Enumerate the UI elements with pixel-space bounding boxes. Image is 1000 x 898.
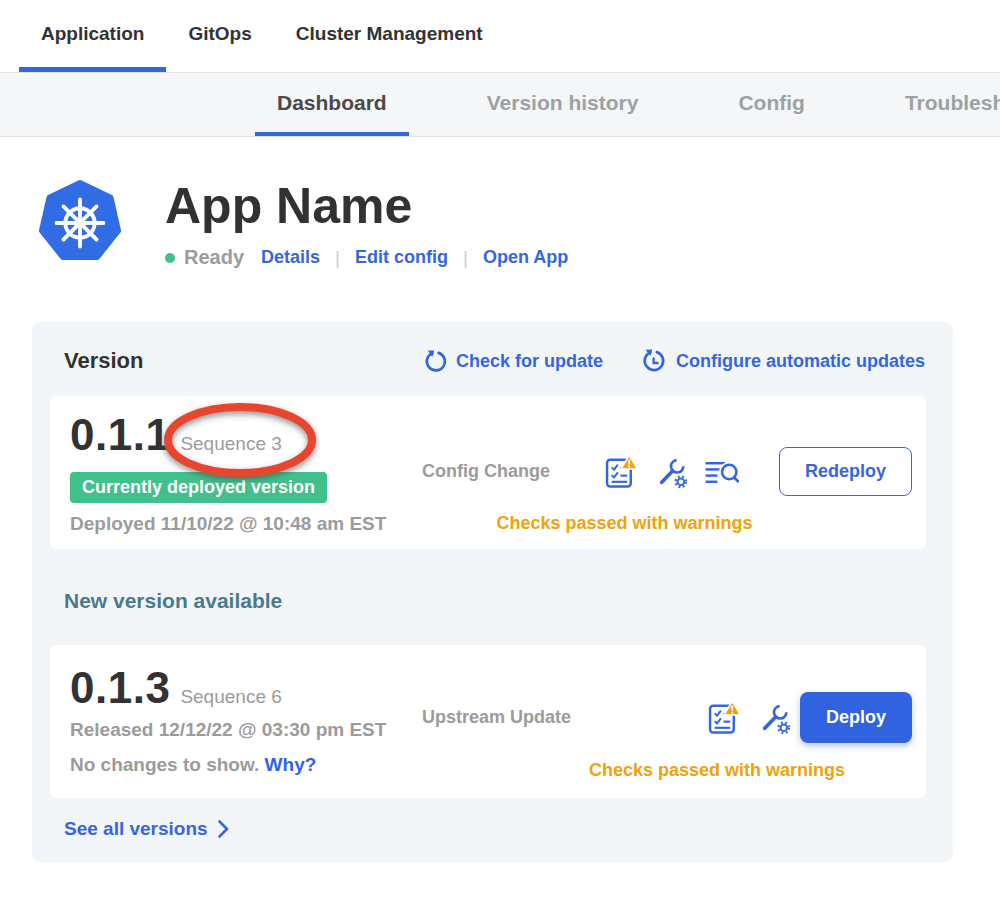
no-changes-text: No changes to show. Why?	[70, 754, 422, 776]
tab-config[interactable]: Config	[716, 73, 826, 136]
available-version-sequence: Sequence 6	[180, 686, 281, 708]
preflight-checks-icon[interactable]	[708, 700, 741, 735]
available-version-number: 0.1.3	[70, 663, 170, 713]
open-app-link[interactable]: Open App	[483, 247, 568, 268]
app-title: App Name	[165, 181, 568, 231]
redeploy-button[interactable]: Redeploy	[779, 447, 912, 496]
current-version-number: 0.1.1	[70, 410, 170, 460]
chevron-right-icon	[218, 820, 229, 838]
available-checks-warning: Checks passed with warnings	[528, 760, 906, 781]
tab-gitops-label: GitOps	[188, 23, 251, 45]
tab-troubleshoot-label: Troubleshoot	[905, 91, 1000, 115]
tab-version-history-label: Version history	[487, 91, 639, 115]
see-all-versions-label: See all versions	[64, 818, 208, 840]
tab-gitops[interactable]: GitOps	[166, 0, 273, 72]
available-version-source: Upstream Update	[422, 707, 571, 728]
clock-refresh-icon	[641, 349, 667, 373]
current-version-source: Config Change	[422, 461, 550, 482]
edit-config-link[interactable]: Edit config	[355, 247, 448, 268]
why-link[interactable]: Why?	[265, 754, 317, 775]
separator: |	[463, 247, 468, 269]
tab-dashboard-label: Dashboard	[277, 91, 387, 115]
secondary-nav: Dashboard Version history Config Trouble…	[0, 73, 1000, 137]
configure-automatic-updates-link[interactable]: Configure automatic updates	[641, 349, 925, 373]
wrench-gear-icon[interactable]	[655, 456, 687, 488]
diff-lines-magnifier-icon[interactable]	[704, 456, 739, 488]
wrench-gear-icon[interactable]	[758, 702, 790, 734]
current-version-card: 0.1.1 Sequence 3 Currently deployed vers…	[50, 396, 926, 549]
available-version-card: 0.1.3 Sequence 6 Released 12/12/22 @ 03:…	[50, 645, 926, 798]
tab-application-label: Application	[41, 23, 144, 45]
check-for-update-label: Check for update	[456, 351, 603, 372]
status-dot-icon	[165, 253, 175, 263]
primary-nav: Application GitOps Cluster Management	[0, 0, 1000, 73]
separator: |	[335, 247, 340, 269]
deployed-badge: Currently deployed version	[70, 472, 327, 503]
app-header: App Name Ready Details | Edit config | O…	[37, 179, 1000, 269]
deployed-timestamp: Deployed 11/10/22 @ 10:48 am EST	[70, 513, 422, 535]
released-timestamp: Released 12/12/22 @ 03:30 pm EST	[70, 719, 422, 741]
no-changes-label: No changes to show.	[70, 754, 259, 775]
tab-dashboard[interactable]: Dashboard	[255, 73, 409, 136]
current-checks-warning: Checks passed with warnings	[446, 513, 803, 534]
tab-cluster-management[interactable]: Cluster Management	[274, 0, 505, 72]
current-version-sequence: Sequence 3	[180, 433, 281, 455]
version-panel: Version Check for update Configure autom…	[32, 322, 953, 862]
kubernetes-logo-icon	[37, 179, 123, 265]
configure-automatic-updates-label: Configure automatic updates	[676, 351, 925, 372]
details-link[interactable]: Details	[261, 247, 320, 268]
new-version-heading: New version available	[64, 589, 935, 613]
see-all-versions-link[interactable]: See all versions	[64, 818, 229, 840]
tab-application[interactable]: Application	[19, 0, 166, 72]
tab-troubleshoot[interactable]: Troubleshoot	[883, 73, 1000, 136]
tab-cluster-management-label: Cluster Management	[296, 23, 483, 45]
check-for-update-link[interactable]: Check for update	[424, 349, 603, 373]
version-panel-title: Version	[64, 348, 143, 374]
preflight-checks-icon[interactable]	[605, 454, 638, 489]
deploy-button[interactable]: Deploy	[800, 692, 912, 743]
tab-config-label: Config	[738, 91, 804, 115]
refresh-icon	[424, 350, 447, 372]
tab-version-history[interactable]: Version history	[465, 73, 661, 136]
app-status: Ready	[184, 246, 244, 269]
